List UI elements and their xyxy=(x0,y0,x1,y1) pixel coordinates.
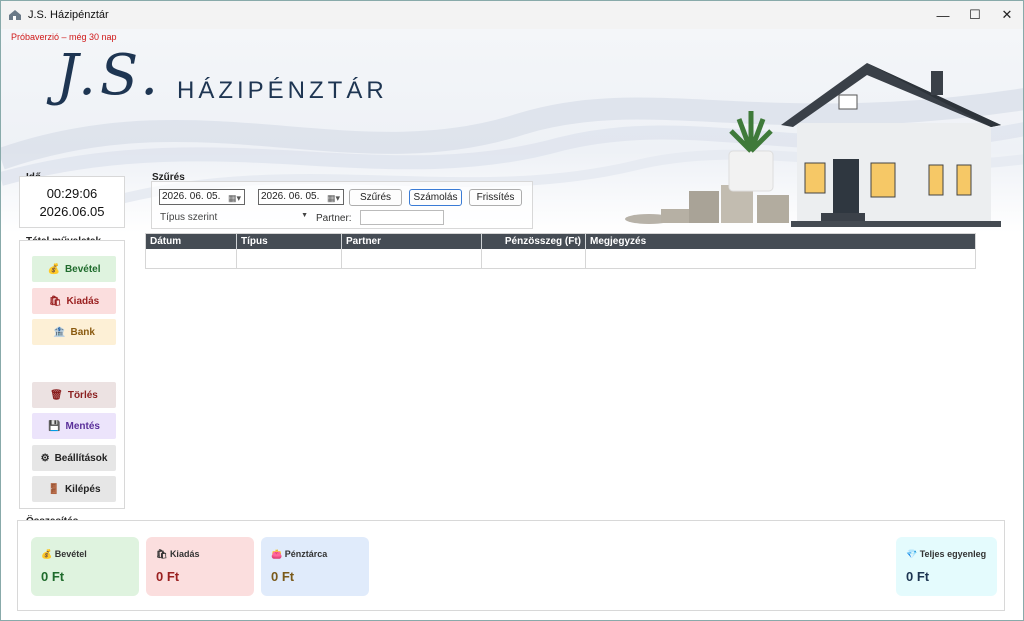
calendar-dropdown-icon[interactable]: ▦▾ xyxy=(327,191,341,203)
bank-button[interactable]: 🏦 Bank xyxy=(32,319,116,345)
exit-button-label: Kilépés xyxy=(64,483,101,495)
income-summary-label: 💰 Bevétel xyxy=(41,549,87,559)
partner-input[interactable] xyxy=(360,210,444,225)
table-row[interactable] xyxy=(146,249,975,268)
logo-text: HÁZIPÉNZTÁR xyxy=(177,77,388,104)
operations-panel: 💰 Bevétel 🛍 Kiadás 🏦 Bank 🗑 Törlés 💾 Men… xyxy=(19,240,125,509)
table-header: Dátum Típus Partner Pénzösszeg (Ft) Megj… xyxy=(146,234,975,249)
expense-summary-value: 0 Ft xyxy=(156,569,180,584)
delete-button-label: Törlés xyxy=(67,389,98,401)
close-button[interactable]: ✕ xyxy=(991,1,1023,29)
date-to-picker[interactable]: 2026. 06. 05. ▦▾ xyxy=(258,189,344,205)
income-summary-value: 0 Ft xyxy=(41,569,65,584)
bank-icon: 🏦 xyxy=(53,326,66,338)
calculate-button[interactable]: Számolás xyxy=(409,189,462,206)
logo-mark: J.S. xyxy=(56,43,163,108)
column-header-partner[interactable]: Partner xyxy=(342,234,482,249)
expense-summary-label: 🛍 Kiadás xyxy=(156,549,200,559)
income-button[interactable]: 💰 Bevétel xyxy=(32,256,116,282)
date-to-value: 2026. 06. 05. xyxy=(261,191,320,202)
settings-button[interactable]: ⚙ Beállítások xyxy=(32,445,116,471)
type-select-value: Típus szerint xyxy=(160,212,218,223)
trial-notice: Próbaverzió – még 30 nap xyxy=(11,32,117,42)
table-cell[interactable] xyxy=(342,249,482,268)
type-select[interactable]: Típus szerint ▼ xyxy=(160,212,308,227)
trash-icon: 🗑 xyxy=(50,389,63,401)
gear-icon: ⚙ xyxy=(40,452,50,464)
expense-button-label: Kiadás xyxy=(66,295,100,307)
filter-button[interactable]: Szűrés xyxy=(349,189,402,206)
column-header-note[interactable]: Megjegyzés xyxy=(586,234,975,249)
maximize-button[interactable]: ☐ xyxy=(959,1,991,29)
table-cell[interactable] xyxy=(146,249,237,268)
column-header-type[interactable]: Típus xyxy=(237,234,342,249)
calendar-dropdown-icon[interactable]: ▦▾ xyxy=(228,191,242,203)
refresh-button[interactable]: Frissítés xyxy=(469,189,522,206)
filter-panel: 2026. 06. 05. ▦▾ 2026. 06. 05. ▦▾ Szűrés… xyxy=(151,181,533,229)
column-header-date[interactable]: Dátum xyxy=(146,234,237,249)
exit-button[interactable]: 🚪 Kilépés xyxy=(32,476,116,502)
income-summary-card: 💰 Bevétel 0 Ft xyxy=(31,537,139,596)
app-window: J.S. Házipénztár — ☐ ✕ Próbaverzió – még… xyxy=(0,0,1024,621)
total-balance-value: 0 Ft xyxy=(906,569,930,584)
expense-icon: 🛍 xyxy=(48,295,62,307)
money-bag-icon: 💰 xyxy=(47,263,60,275)
expense-icon: 🛍 xyxy=(156,549,170,559)
bank-button-label: Bank xyxy=(70,326,95,338)
wallet-summary-card: 👛 Pénztárca 0 Ft xyxy=(261,537,369,596)
date-from-picker[interactable]: 2026. 06. 05. ▦▾ xyxy=(159,189,245,205)
table-cell[interactable] xyxy=(482,249,586,268)
date-from-value: 2026. 06. 05. xyxy=(162,191,221,202)
current-time: 00:29:06 xyxy=(46,186,98,201)
transactions-table[interactable]: Dátum Típus Partner Pénzösszeg (Ft) Megj… xyxy=(145,233,976,269)
column-header-amount[interactable]: Pénzösszeg (Ft) xyxy=(482,234,586,249)
floppy-disk-icon: 💾 xyxy=(48,420,61,432)
summary-panel: 💰 Bevétel 0 Ft 🛍 Kiadás 0 Ft 👛 Pénztárca… xyxy=(17,520,1005,611)
save-button[interactable]: 💾 Mentés xyxy=(32,413,116,439)
save-button-label: Mentés xyxy=(65,420,100,432)
settings-button-label: Beállítások xyxy=(54,452,108,464)
expense-button[interactable]: 🛍 Kiadás xyxy=(32,288,116,314)
minimize-button[interactable]: — xyxy=(927,1,959,29)
window-title: J.S. Házipénztár xyxy=(28,9,109,21)
wallet-icon: 👛 xyxy=(271,549,285,559)
table-cell[interactable] xyxy=(586,249,975,268)
diamond-icon: 💎 xyxy=(906,549,920,559)
wallet-summary-label: 👛 Pénztárca xyxy=(271,549,328,559)
total-balance-card: 💎 Teljes egyenleg 0 Ft xyxy=(896,537,997,596)
wallet-summary-value: 0 Ft xyxy=(271,569,295,584)
time-panel: 00:29:06 2026.06.05 xyxy=(19,176,125,228)
income-button-label: Bevétel xyxy=(64,263,101,275)
current-date: 2026.06.05 xyxy=(39,204,105,219)
house-app-icon xyxy=(9,10,21,20)
money-bag-icon: 💰 xyxy=(41,549,55,559)
delete-button[interactable]: 🗑 Törlés xyxy=(32,382,116,408)
expense-summary-card: 🛍 Kiadás 0 Ft xyxy=(146,537,254,596)
door-exit-icon: 🚪 xyxy=(47,483,60,495)
partner-label: Partner: xyxy=(316,213,352,224)
table-cell[interactable] xyxy=(237,249,342,268)
total-balance-label: 💎 Teljes egyenleg xyxy=(906,549,987,559)
house-coins-illustration xyxy=(625,63,1001,227)
title-bar[interactable]: J.S. Házipénztár — ☐ ✕ xyxy=(1,1,1023,29)
chevron-down-icon: ▼ xyxy=(301,212,308,219)
